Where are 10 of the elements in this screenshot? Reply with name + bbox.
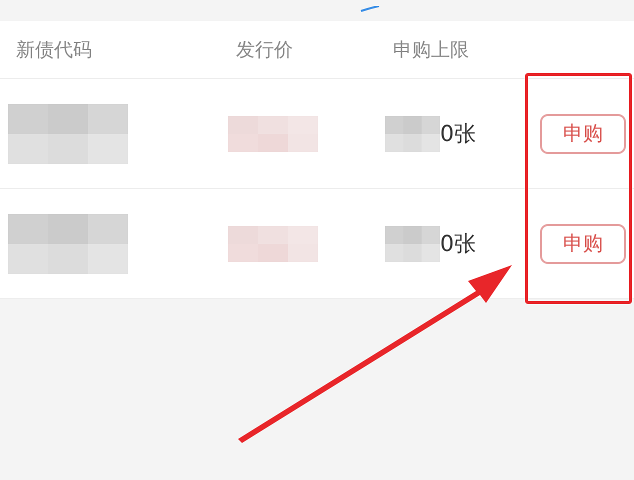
column-header: 申购上限: [392, 38, 470, 62]
subscribe-button[interactable]: 申购: [540, 114, 626, 154]
redaction-drawing: [385, 116, 440, 152]
subscribe-button[interactable]: 申购: [540, 224, 626, 264]
redaction-drawing: [385, 226, 440, 262]
table-cell-text: 0张: [440, 230, 476, 258]
table-cell-text: 0张: [440, 120, 476, 148]
arc-icon: [360, 6, 380, 12]
column-header: 新债代码: [15, 38, 93, 62]
column-header: 发行价: [235, 38, 294, 62]
